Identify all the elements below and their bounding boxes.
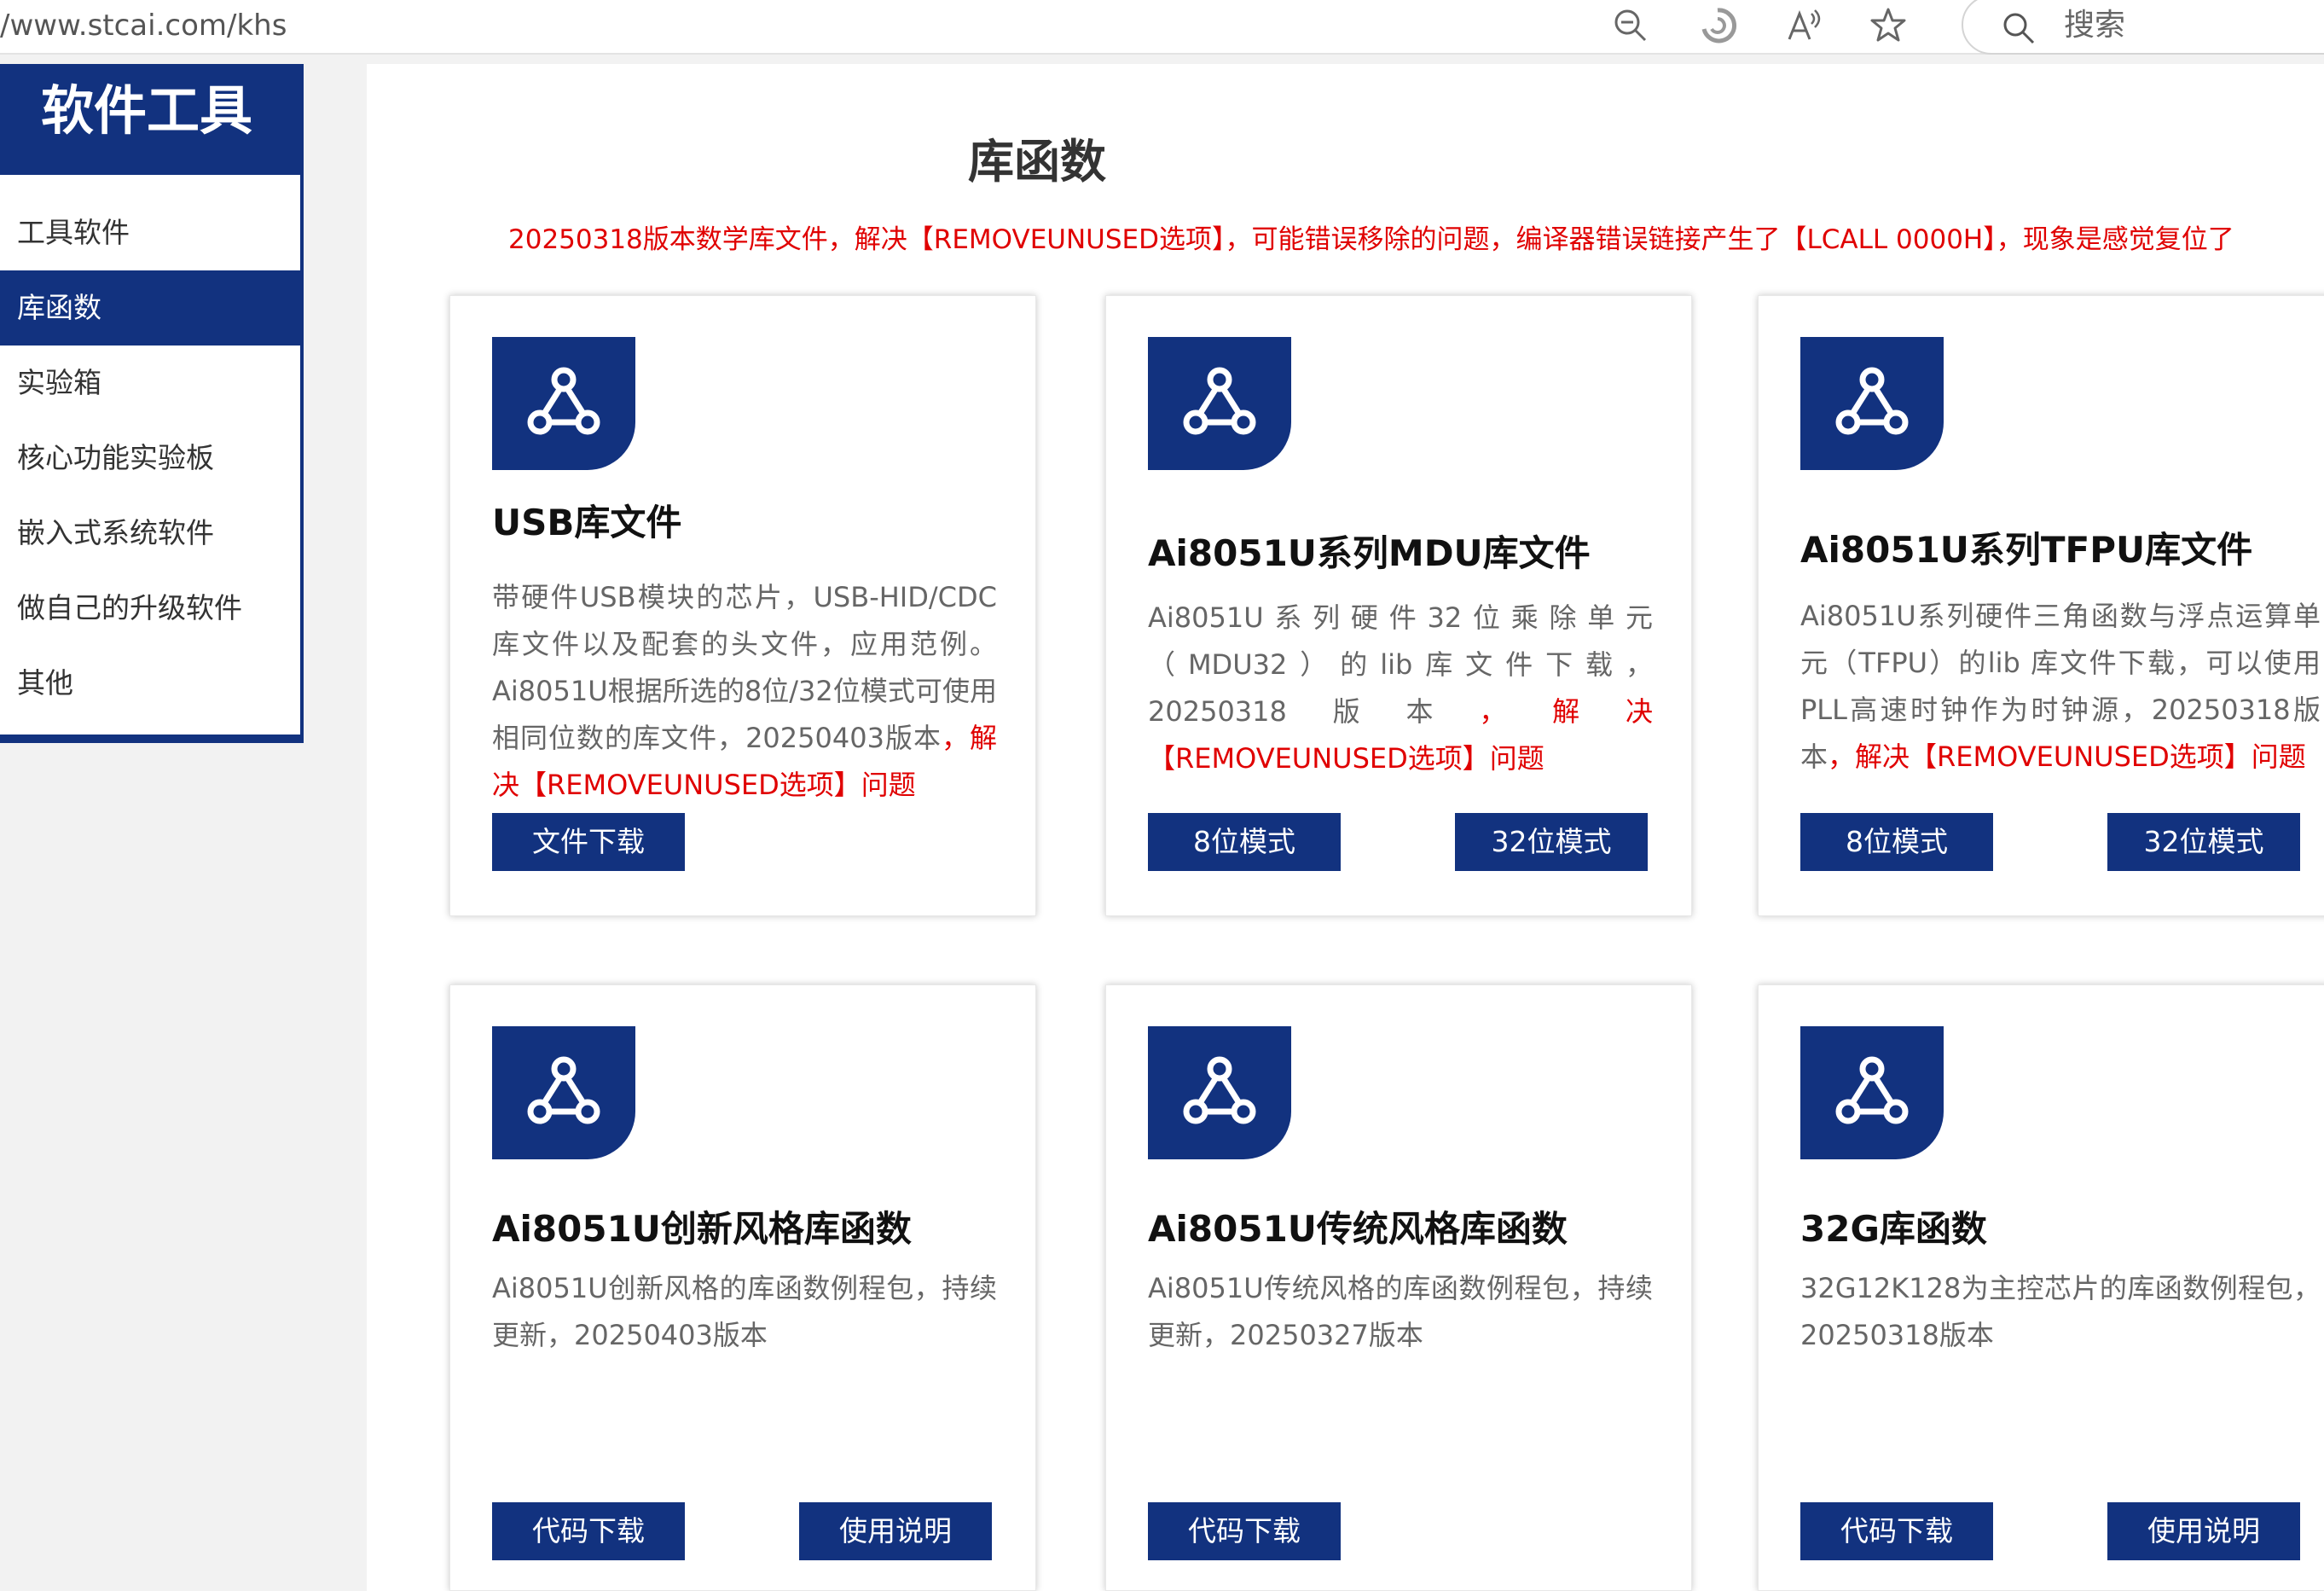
address-bar[interactable]: /www.stcai.com/khs — [0, 3, 287, 48]
read-aloud-icon[interactable] — [1782, 5, 1823, 46]
main-content: 库函数 20250318版本数学库文件，解决【REMOVEUNUSED选项】，可… — [367, 64, 2324, 1591]
card-description: Ai8051U创新风格的库函数例程包，持续更新，20250403版本 — [492, 1265, 997, 1359]
card-mdu-library: Ai8051U系列MDU库文件 Ai8051U系列硬件32位乘除单元（MDU32… — [1105, 295, 1692, 916]
8bit-mode-button[interactable]: 8位模式 — [1800, 813, 1993, 871]
sidebar-item-upgrade-software[interactable]: 做自己的升级软件 — [0, 571, 300, 646]
card-description: 32G12K128为主控芯片的库函数例程包，20250318版本 — [1800, 1265, 2321, 1359]
card-description-text: Ai8051U创新风格的库函数例程包，持续更新，20250403版本 — [492, 1272, 997, 1351]
card-title: USB库文件 — [492, 502, 682, 543]
card-innovative-style-library: Ai8051U创新风格库函数 Ai8051U创新风格的库函数例程包，持续更新，2… — [449, 984, 1036, 1591]
sidebar-item-lab-box[interactable]: 实验箱 — [0, 345, 300, 421]
card-description-text: 32G12K128为主控芯片的库函数例程包，20250318版本 — [1800, 1272, 2321, 1351]
user-guide-button[interactable]: 使用说明 — [2107, 1502, 2300, 1560]
card-logo — [1800, 337, 1944, 470]
card-title: Ai8051U系列MDU库文件 — [1148, 532, 1591, 574]
card-description: Ai8051U传统风格的库函数例程包，持续更新，20250327版本 — [1148, 1265, 1653, 1359]
search-icon — [2001, 10, 2037, 46]
sidebar-item-libraries[interactable]: 库函数 — [0, 270, 300, 345]
browser-toolbar: /www.stcai.com/khs 搜索 — [0, 0, 2324, 55]
sidebar-item-embedded-software[interactable]: 嵌入式系统软件 — [0, 496, 300, 571]
32bit-mode-button[interactable]: 32位模式 — [2107, 813, 2300, 871]
notice-text: 20250318版本数学库文件，解决【REMOVEUNUSED选项】，可能错误移… — [508, 224, 2234, 255]
search-box[interactable]: 搜索 — [1962, 0, 2324, 55]
card-logo — [492, 1026, 635, 1159]
card-title: 32G库函数 — [1800, 1208, 1987, 1250]
card-description-text: 带硬件USB模块的芯片，USB-HID/CDC库文件以及配套的头文件，应用范例。… — [492, 581, 997, 754]
search-placeholder: 搜索 — [2064, 8, 2126, 43]
card-title: Ai8051U创新风格库函数 — [492, 1208, 912, 1250]
card-logo — [1148, 337, 1291, 470]
card-logo — [1148, 1026, 1291, 1159]
sidebar-item-tools[interactable]: 工具软件 — [0, 195, 300, 270]
code-download-button[interactable]: 代码下载 — [492, 1502, 685, 1560]
page-title: 库函数 — [968, 135, 1106, 189]
share-nodes-icon — [1183, 367, 1256, 435]
share-nodes-icon — [527, 367, 600, 435]
card-description: 带硬件USB模块的芯片，USB-HID/CDC库文件以及配套的头文件，应用范例。… — [492, 574, 997, 809]
share-nodes-icon — [527, 1056, 600, 1124]
card-tfpu-library: Ai8051U系列TFPU库文件 Ai8051U系列硬件三角函数与浮点运算单元（… — [1758, 295, 2324, 916]
favorite-star-icon[interactable] — [1868, 5, 1909, 46]
sidebar-item-other[interactable]: 其他 — [0, 646, 300, 721]
card-logo — [492, 337, 635, 470]
card-description: Ai8051U系列硬件三角函数与浮点运算单元（TFPU）的lib 库文件下载，可… — [1800, 593, 2321, 781]
user-guide-button[interactable]: 使用说明 — [799, 1502, 992, 1560]
share-nodes-icon — [1183, 1056, 1256, 1124]
code-download-button[interactable]: 代码下载 — [1148, 1502, 1341, 1560]
share-nodes-icon — [1835, 1056, 1909, 1124]
card-title: Ai8051U传统风格库函数 — [1148, 1208, 1568, 1250]
zoom-out-icon[interactable] — [1610, 5, 1651, 46]
card-traditional-style-library: Ai8051U传统风格库函数 Ai8051U传统风格的库函数例程包，持续更新，2… — [1105, 984, 1692, 1591]
sidebar-item-core-board[interactable]: 核心功能实验板 — [0, 421, 300, 496]
card-title: Ai8051U系列TFPU库文件 — [1800, 529, 2253, 571]
refresh-icon[interactable] — [1697, 5, 1738, 46]
code-download-button[interactable]: 代码下载 — [1800, 1502, 1993, 1560]
file-download-button[interactable]: 文件下载 — [492, 813, 685, 871]
card-32g-library: 32G库函数 32G12K128为主控芯片的库函数例程包，20250318版本 … — [1758, 984, 2324, 1591]
card-description: Ai8051U系列硬件32位乘除单元（MDU32）的lib库文件下载，20250… — [1148, 595, 1653, 782]
card-description-text: Ai8051U传统风格的库函数例程包，持续更新，20250327版本 — [1148, 1272, 1653, 1351]
share-nodes-icon — [1835, 367, 1909, 435]
32bit-mode-button[interactable]: 32位模式 — [1455, 813, 1648, 871]
card-description-highlight: ，解决【REMOVEUNUSED选项】问题 — [1828, 740, 2306, 773]
card-usb-library: USB库文件 带硬件USB模块的芯片，USB-HID/CDC库文件以及配套的头文… — [449, 295, 1036, 916]
8bit-mode-button[interactable]: 8位模式 — [1148, 813, 1341, 871]
card-logo — [1800, 1026, 1944, 1159]
